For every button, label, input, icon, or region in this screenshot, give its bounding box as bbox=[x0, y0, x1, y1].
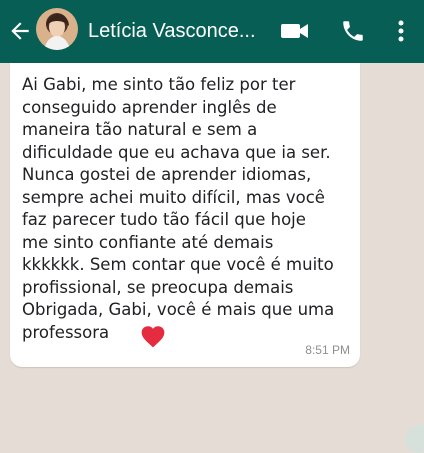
contact-name[interactable]: Letícia Vasconce... bbox=[88, 18, 273, 44]
back-arrow-icon[interactable] bbox=[7, 18, 33, 44]
message-timestamp: 8:51 PM bbox=[305, 343, 350, 357]
video-call-icon[interactable] bbox=[280, 16, 310, 46]
chat-header: Letícia Vasconce... bbox=[0, 0, 424, 63]
chat-area: Ai Gabi, me sinto tão feliz por ter cons… bbox=[0, 63, 424, 453]
phone-icon[interactable] bbox=[340, 16, 366, 46]
heart-icon bbox=[141, 326, 165, 348]
message-bubble[interactable]: Ai Gabi, me sinto tão feliz por ter cons… bbox=[10, 63, 360, 367]
more-vertical-icon[interactable] bbox=[392, 16, 410, 46]
scroll-button-edge[interactable] bbox=[405, 425, 424, 453]
message-text: Ai Gabi, me sinto tão feliz por ter cons… bbox=[22, 75, 335, 342]
contact-avatar[interactable] bbox=[36, 8, 78, 50]
